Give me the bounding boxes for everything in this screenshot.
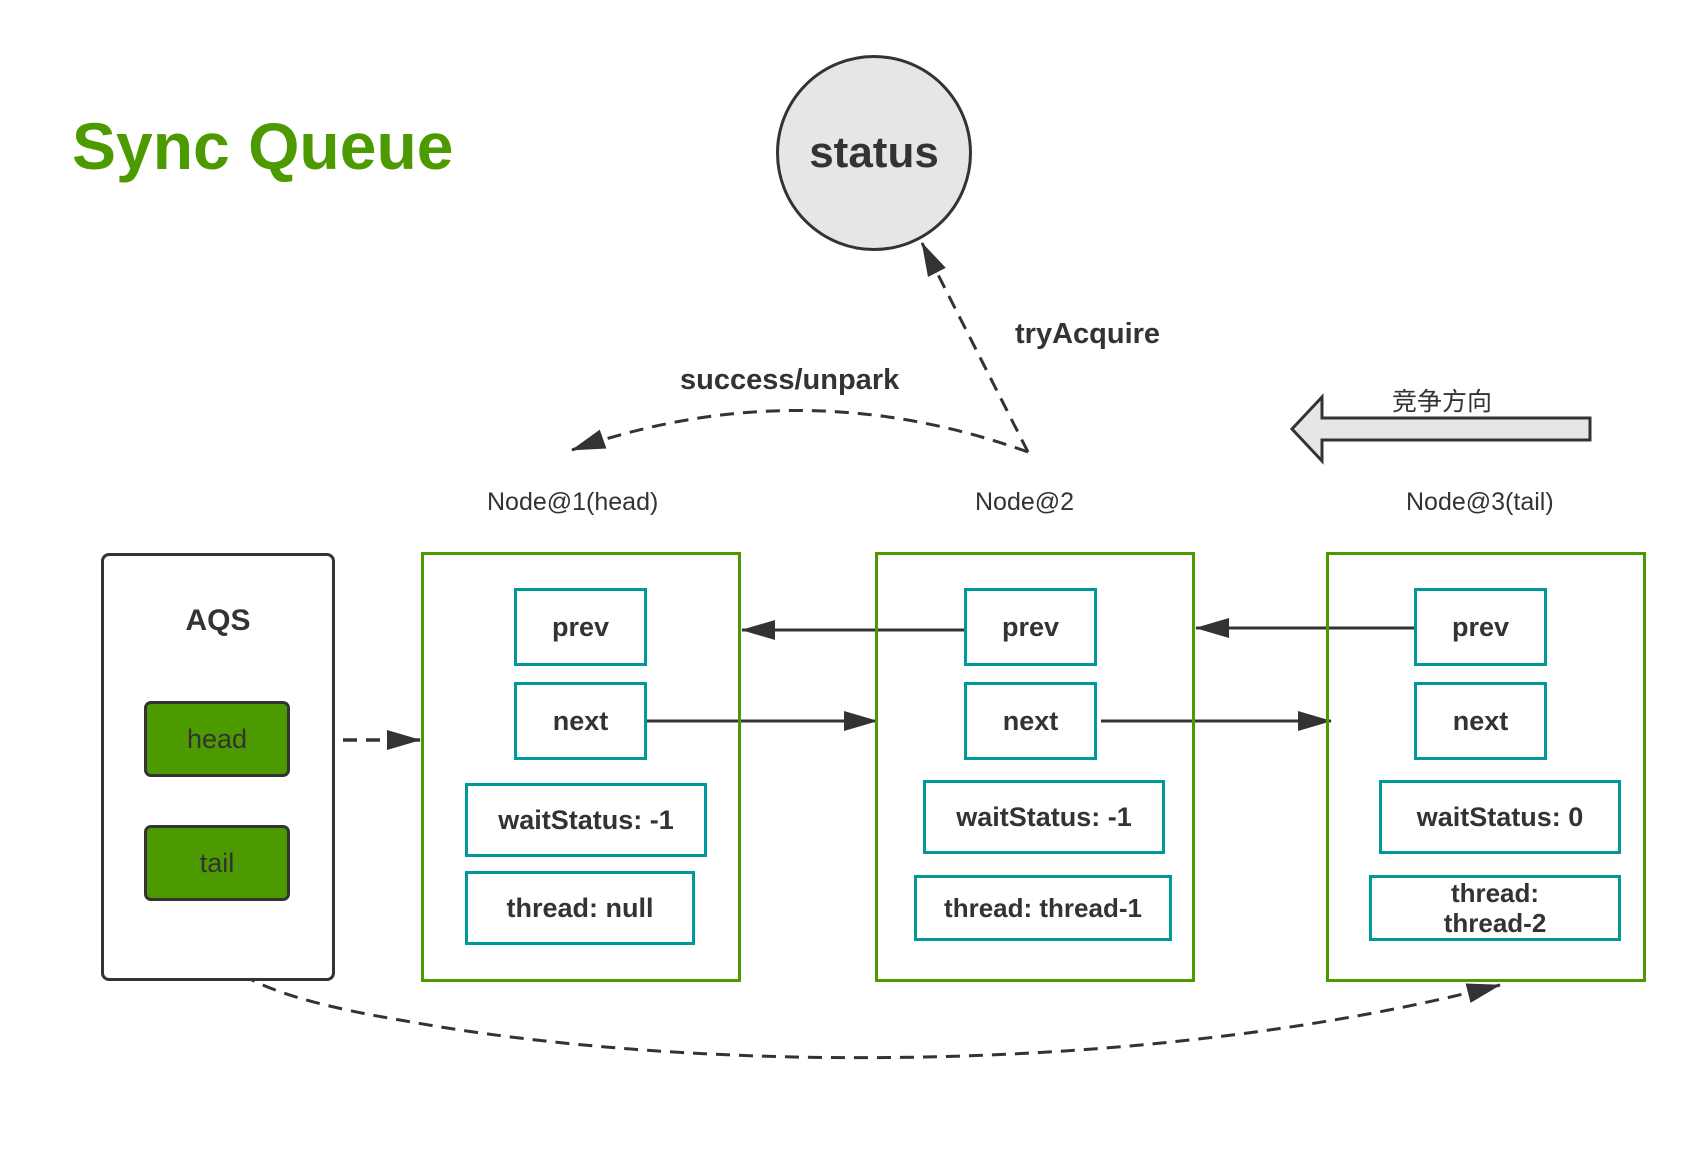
node3-next-field[interactable]: next <box>1414 682 1547 760</box>
node1-thread-field[interactable]: thread: null <box>465 871 695 945</box>
aqs-head-field[interactable]: head <box>144 701 290 777</box>
tail-pointer-edge <box>207 897 1501 1060</box>
aqs-tail-label: tail <box>199 847 235 878</box>
node1-caption: Node@1(head) <box>487 488 659 516</box>
node3-prev-field[interactable]: prev <box>1414 588 1547 666</box>
node2-caption: Node@2 <box>975 488 1075 516</box>
try-acquire-label: tryAcquire <box>1015 318 1161 350</box>
node3-thread-field[interactable]: thread: thread-2 <box>1369 875 1621 941</box>
status-node: status <box>776 55 972 251</box>
node1-next-field[interactable]: next <box>514 682 647 760</box>
node1-waitstatus-field[interactable]: waitStatus: -1 <box>465 783 707 857</box>
aqs-head-label: head <box>186 723 248 754</box>
page-title: Sync Queue <box>72 109 454 183</box>
node3-caption: Node@3(tail) <box>1406 488 1554 516</box>
success-unpark-edge <box>571 409 1029 454</box>
status-label: status <box>809 128 939 177</box>
node2-thread-field[interactable]: thread: thread-1 <box>914 875 1172 941</box>
aqs-title: AQS <box>185 604 251 637</box>
node2-next-field[interactable]: next <box>964 682 1097 760</box>
direction-label: 竞争方向 <box>1392 388 1493 416</box>
success-unpark-label: success/unpark <box>680 364 900 396</box>
try-acquire-edge <box>920 242 1030 453</box>
node2-prev-field[interactable]: prev <box>964 588 1097 666</box>
aqs-tail-field[interactable]: tail <box>144 825 290 901</box>
node1-prev-field[interactable]: prev <box>514 588 647 666</box>
node2-waitstatus-field[interactable]: waitStatus: -1 <box>923 780 1165 854</box>
node3-waitstatus-field[interactable]: waitStatus: 0 <box>1379 780 1621 854</box>
